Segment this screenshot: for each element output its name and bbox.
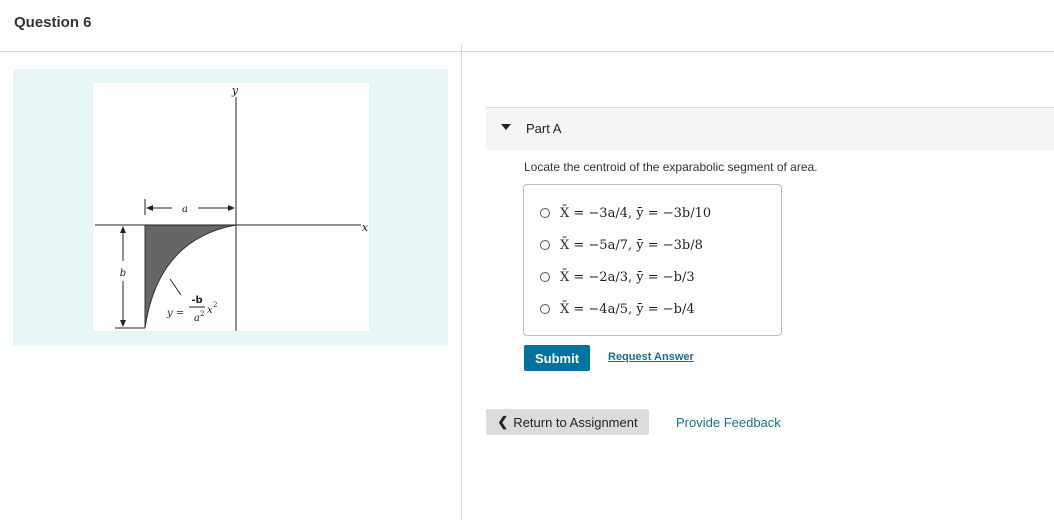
choice-label: X̄ = −3a/4, ȳ = −3b/10 xyxy=(560,205,712,221)
choice-2[interactable]: X̄ = −5a/7, ȳ = −3b/8 xyxy=(540,235,703,255)
choice-4[interactable]: X̄ = −4a/5, ȳ = −b/4 xyxy=(540,299,695,319)
svg-text:y =: y = xyxy=(166,308,184,319)
request-answer-link[interactable]: Request Answer xyxy=(608,351,694,363)
dimension-a-label: a xyxy=(182,204,188,215)
submit-button[interactable]: Submit xyxy=(524,345,590,371)
svg-text:-b: -b xyxy=(191,295,202,306)
radio-icon[interactable] xyxy=(540,304,550,314)
radio-icon[interactable] xyxy=(540,208,550,218)
choice-label: X̄ = −4a/5, ȳ = −b/4 xyxy=(560,301,695,317)
part-a-header[interactable] xyxy=(486,107,1054,150)
dimension-b-label: b xyxy=(120,268,126,279)
choice-3[interactable]: X̄ = −2a/3, ȳ = −b/3 xyxy=(540,267,695,287)
part-a-label[interactable]: Part A xyxy=(526,121,561,136)
radio-icon[interactable] xyxy=(540,272,550,282)
return-to-assignment-button[interactable]: ❮ Return to Assignment xyxy=(486,409,649,435)
return-label: Return to Assignment xyxy=(513,414,638,430)
choice-label: X̄ = −2a/3, ȳ = −b/3 xyxy=(560,269,695,285)
chevron-left-icon: ❮ xyxy=(497,414,509,429)
question-title: Question 6 xyxy=(14,14,92,31)
choice-1[interactable]: X̄ = −3a/4, ȳ = −3b/10 xyxy=(540,203,711,223)
question-prompt: Locate the centroid of the exparabolic s… xyxy=(524,160,818,174)
shaded-area xyxy=(144,224,237,329)
header-divider xyxy=(0,51,1054,52)
answer-choices: X̄ = −3a/4, ȳ = −3b/10 X̄ = −5a/7, ȳ = −… xyxy=(523,184,782,336)
y-axis-label: y xyxy=(231,84,239,97)
radio-icon[interactable] xyxy=(540,240,550,250)
svg-text:2: 2 xyxy=(213,301,217,309)
column-divider xyxy=(461,45,462,520)
choice-label: X̄ = −5a/7, ȳ = −3b/8 xyxy=(560,237,703,253)
caret-down-icon[interactable] xyxy=(501,124,511,130)
x-axis-label: x xyxy=(362,221,369,234)
svg-text:2: 2 xyxy=(200,310,204,318)
figure: y x a b y = -b a 2 x 2 xyxy=(93,83,369,331)
provide-feedback-link[interactable]: Provide Feedback xyxy=(676,415,781,430)
